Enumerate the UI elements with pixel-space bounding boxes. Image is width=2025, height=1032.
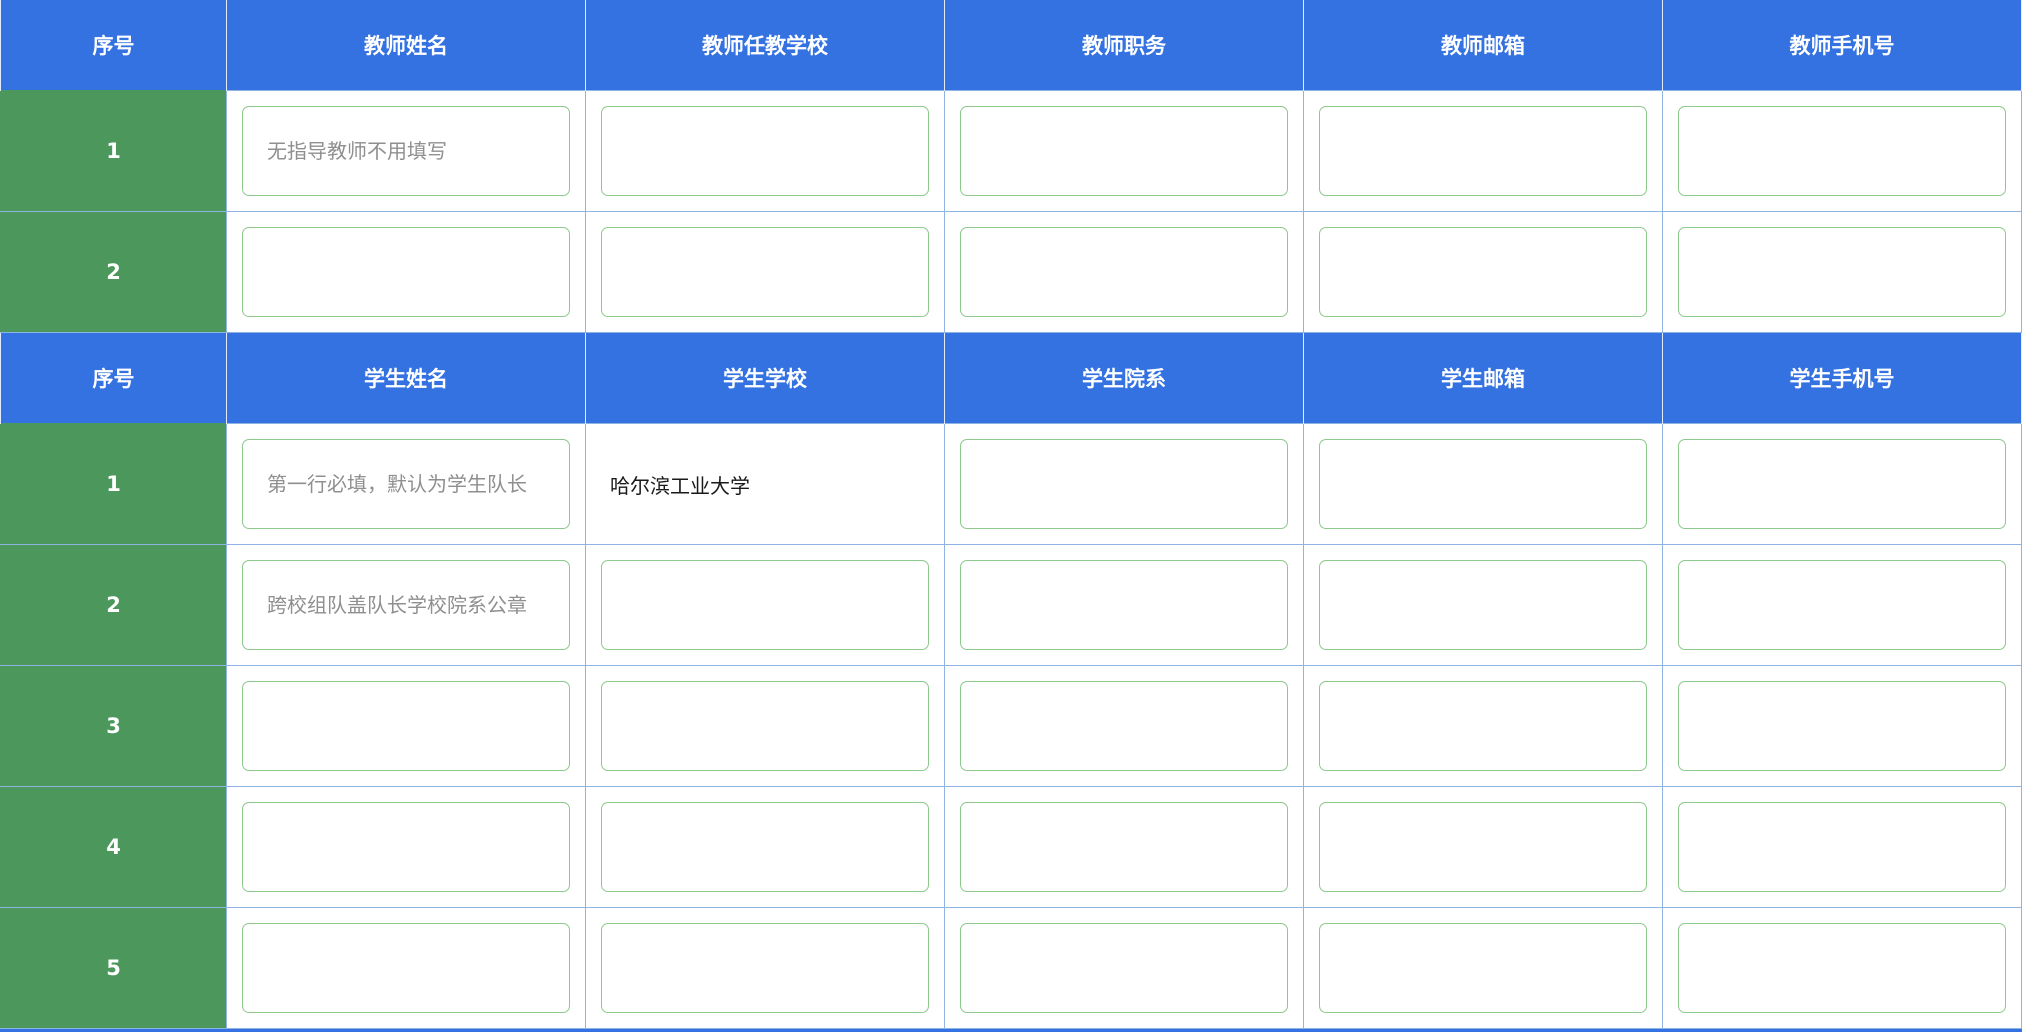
row-index: 4 <box>0 786 227 908</box>
student-4-school-input[interactable] <box>601 802 929 892</box>
student-2-name-input[interactable] <box>242 560 570 650</box>
column-header-student-email: 学生邮箱 <box>1303 332 1663 424</box>
teacher-row-1: 1 <box>0 90 2022 212</box>
teacher-row-2: 2 <box>0 211 2022 333</box>
teacher-2-school-input[interactable] <box>601 227 929 317</box>
student-5-phone-input[interactable] <box>1678 923 2006 1013</box>
student-5-school-input[interactable] <box>601 923 929 1013</box>
teacher-1-name-input[interactable] <box>242 106 570 196</box>
teacher-1-phone-input[interactable] <box>1678 106 2006 196</box>
student-4-phone-input[interactable] <box>1678 802 2006 892</box>
row-index: 1 <box>0 90 227 212</box>
column-header-teacher-school: 教师任教学校 <box>585 0 945 91</box>
student-row-3: 3 <box>0 665 2022 787</box>
student-2-school-input[interactable] <box>601 560 929 650</box>
student-5-department-input[interactable] <box>960 923 1288 1013</box>
student-4-department-input[interactable] <box>960 802 1288 892</box>
student-3-phone-input[interactable] <box>1678 681 2006 771</box>
student-1-department-input[interactable] <box>960 439 1288 529</box>
student-1-name-input[interactable] <box>242 439 570 529</box>
student-3-email-input[interactable] <box>1319 681 1647 771</box>
teacher-2-name-input[interactable] <box>242 227 570 317</box>
column-header-teacher-email: 教师邮箱 <box>1303 0 1663 91</box>
teacher-1-email-input[interactable] <box>1319 106 1647 196</box>
row-index: 2 <box>0 211 227 333</box>
teacher-header-row: 序号 教师姓名 教师任教学校 教师职务 教师邮箱 教师手机号 <box>0 0 2022 91</box>
row-index: 1 <box>0 423 227 545</box>
column-header-index: 序号 <box>0 0 227 91</box>
teacher-2-email-input[interactable] <box>1319 227 1647 317</box>
column-header-teacher-phone: 教师手机号 <box>1662 0 2022 91</box>
student-row-4: 4 <box>0 786 2022 908</box>
student-row-1: 1 哈尔滨工业大学 <box>0 423 2022 545</box>
student-3-school-input[interactable] <box>601 681 929 771</box>
member-form-table: 序号 教师姓名 教师任教学校 教师职务 教师邮箱 教师手机号 1 2 <box>0 0 2022 1029</box>
row-index: 5 <box>0 907 227 1029</box>
teacher-2-title-input[interactable] <box>960 227 1288 317</box>
column-header-student-phone: 学生手机号 <box>1662 332 2022 424</box>
student-row-2: 2 <box>0 544 2022 666</box>
student-2-email-input[interactable] <box>1319 560 1647 650</box>
student-4-name-input[interactable] <box>242 802 570 892</box>
student-2-department-input[interactable] <box>960 560 1288 650</box>
student-4-email-input[interactable] <box>1319 802 1647 892</box>
column-header-student-name: 学生姓名 <box>226 332 586 424</box>
row-index: 2 <box>0 544 227 666</box>
column-header-teacher-name: 教师姓名 <box>226 0 586 91</box>
column-header-teacher-title: 教师职务 <box>944 0 1304 91</box>
row-index: 3 <box>0 665 227 787</box>
column-header-student-department: 学生院系 <box>944 332 1304 424</box>
student-1-phone-input[interactable] <box>1678 439 2006 529</box>
student-3-department-input[interactable] <box>960 681 1288 771</box>
column-header-student-school: 学生学校 <box>585 332 945 424</box>
teacher-1-school-input[interactable] <box>601 106 929 196</box>
student-2-phone-input[interactable] <box>1678 560 2006 650</box>
teacher-2-phone-input[interactable] <box>1678 227 2006 317</box>
student-3-name-input[interactable] <box>242 681 570 771</box>
student-header-row: 序号 学生姓名 学生学校 学生院系 学生邮箱 学生手机号 <box>0 332 2022 424</box>
teacher-1-title-input[interactable] <box>960 106 1288 196</box>
student-5-email-input[interactable] <box>1319 923 1647 1013</box>
student-1-school-text: 哈尔滨工业大学 <box>610 473 750 498</box>
student-row-5: 5 <box>0 907 2022 1029</box>
student-1-email-input[interactable] <box>1319 439 1647 529</box>
column-header-index: 序号 <box>0 332 227 424</box>
student-5-name-input[interactable] <box>242 923 570 1013</box>
